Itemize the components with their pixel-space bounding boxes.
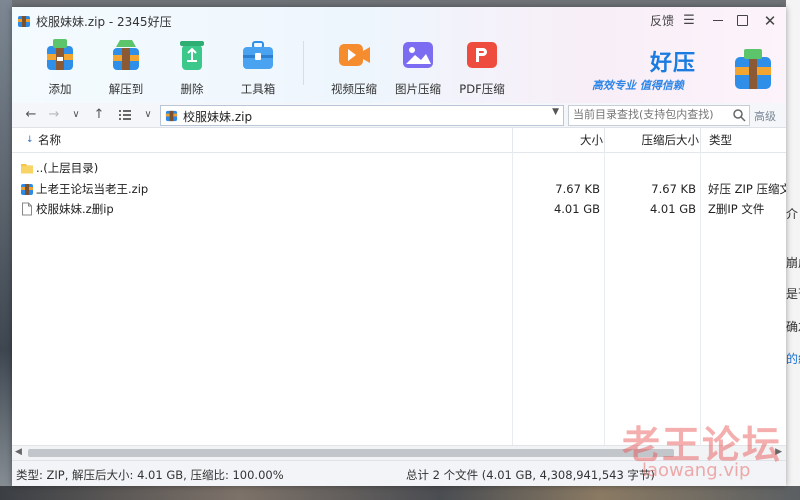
pdf-compress-label: PDF压缩 <box>459 82 505 96</box>
haozip-window: 校服妹妹.zip - 2345好压 反馈 ☰ ✕ 添加 解压到 删除 工具箱 视… <box>12 7 786 486</box>
brand-slogan: 高效专业 值得信赖 <box>592 79 684 92</box>
scrollbar-thumb[interactable] <box>28 449 674 457</box>
background-text-stub: 是否 <box>786 287 800 301</box>
scroll-left-icon[interactable]: ◀ <box>15 447 22 457</box>
history-dropdown-button[interactable]: ∨ <box>67 106 85 124</box>
file-name: 上老王论坛当老王.zip <box>36 182 149 196</box>
video-compress-icon <box>339 44 370 66</box>
image-compress-icon <box>403 42 433 68</box>
navigation-bar: ← → ∨ ↑ ∨ 校服妹妹.zip ▼ 当前目录查找(支持包内查找) 高级 <box>12 103 786 128</box>
toolbox-button[interactable]: 工具箱 <box>228 35 288 97</box>
path-dropdown-icon[interactable]: ▼ <box>552 107 559 117</box>
file-type: Z删IP 文件 <box>708 202 765 216</box>
haozip-app-icon <box>18 16 30 27</box>
haozip-box-icon <box>735 49 771 89</box>
toolbox-label: 工具箱 <box>240 82 276 96</box>
background-text-stub: 崩成 <box>786 256 800 270</box>
folder-icon <box>21 164 33 174</box>
file-size: 7.67 KB <box>555 182 600 196</box>
background-text-stub: 的紀 <box>786 352 800 366</box>
horizontal-scrollbar[interactable]: ◀ ▶ <box>12 445 786 460</box>
feedback-button[interactable]: 反馈 <box>648 11 676 31</box>
file-icon <box>22 202 32 216</box>
file-total-text: 总计 2 个文件 (4.01 GB, 4,308,941,543 字节) <box>406 468 655 482</box>
image-compress-label: 图片压缩 <box>395 82 441 96</box>
back-button[interactable]: ← <box>22 106 40 124</box>
status-bar: 类型: ZIP, 解压后大小: 4.01 GB, 压缩比: 100.00% 总计… <box>12 460 786 486</box>
image-compress-button[interactable]: 图片压缩 <box>388 35 448 97</box>
search-icon[interactable] <box>732 108 746 122</box>
forward-button[interactable]: → <box>45 106 63 124</box>
pdf-compress-button[interactable]: PDF压缩 <box>452 35 512 97</box>
scroll-right-icon[interactable]: ▶ <box>775 447 782 457</box>
file-list-header: ↓ 名称 大小 压缩后大小 类型 <box>12 128 786 153</box>
file-row-parent[interactable]: ..(上层目录) <box>12 158 786 178</box>
view-mode-button[interactable] <box>116 106 134 124</box>
minimize-icon <box>713 19 723 22</box>
archive-icon <box>165 110 178 122</box>
close-button[interactable]: ✕ <box>760 11 780 31</box>
maximize-button[interactable] <box>732 11 752 31</box>
path-bar[interactable]: 校服妹妹.zip ▼ <box>160 105 564 126</box>
pdf-compress-icon <box>467 42 497 68</box>
background-webpage-right: 介 崩成 是否 确左 的紀 <box>786 0 800 500</box>
add-archive-icon <box>47 39 73 70</box>
menu-icon[interactable]: ☰ <box>680 11 698 31</box>
up-level-button[interactable]: ↑ <box>90 106 108 124</box>
sort-ascending-icon: ↓ <box>26 135 34 145</box>
search-input[interactable] <box>569 106 723 123</box>
delete-button[interactable]: 删除 <box>162 35 222 97</box>
advanced-search-link[interactable]: 高级 <box>754 108 776 124</box>
current-path: 校服妹妹.zip <box>183 110 253 124</box>
desktop-background-left <box>0 0 12 500</box>
archive-info-text: 类型: ZIP, 解压后大小: 4.01 GB, 压缩比: 100.00% <box>16 468 284 482</box>
file-list: ..(上层目录) 上老王论坛当老王.zip 7.67 KB 7.67 KB 好压… <box>12 152 786 445</box>
brand-logo: 好压 高效专业 值得信赖 <box>592 45 782 95</box>
background-text-stub: 介 <box>786 207 799 221</box>
view-mode-dropdown-button[interactable]: ∨ <box>139 106 157 124</box>
file-type: 好压 ZIP 压缩文 <box>708 182 786 196</box>
search-box[interactable] <box>568 105 750 126</box>
file-name: ..(上层目录) <box>36 161 99 175</box>
window-title: 校服妹妹.zip - 2345好压 <box>36 15 172 29</box>
file-row[interactable]: 上老王论坛当老王.zip 7.67 KB 7.67 KB 好压 ZIP 压缩文 <box>12 179 786 199</box>
recycle-delete-icon <box>180 41 204 70</box>
window-header: 校服妹妹.zip - 2345好压 反馈 ☰ ✕ 添加 解压到 删除 工具箱 视… <box>12 7 786 103</box>
file-compressed-size: 7.67 KB <box>651 182 696 196</box>
extract-to-button[interactable]: 解压到 <box>96 35 156 97</box>
file-name: 校服妹妹.z删ip <box>36 202 114 216</box>
archive-icon <box>21 184 33 195</box>
file-compressed-size: 4.01 GB <box>649 202 696 216</box>
add-label: 添加 <box>48 82 72 96</box>
toolbox-icon <box>243 41 273 69</box>
list-view-icon <box>119 110 131 120</box>
video-compress-button[interactable]: 视频压缩 <box>324 35 384 97</box>
column-header-type[interactable]: 类型 <box>700 128 786 152</box>
file-row[interactable]: 校服妹妹.z删ip 4.01 GB 4.01 GB Z删IP 文件 <box>12 199 786 219</box>
background-text-stub: 确左 <box>786 320 800 334</box>
minimize-button[interactable] <box>708 11 728 31</box>
column-header-name[interactable]: 名称 <box>38 128 61 152</box>
video-compress-label: 视频压缩 <box>331 82 377 96</box>
maximize-icon <box>736 15 748 26</box>
add-button[interactable]: 添加 <box>30 35 90 97</box>
desktop-background-bottom <box>0 486 800 500</box>
column-header-size[interactable]: 大小 <box>512 128 603 152</box>
extract-to-label: 解压到 <box>108 82 144 96</box>
column-header-compressed-size[interactable]: 压缩后大小 <box>604 128 699 152</box>
brand-name: 好压 <box>650 51 697 76</box>
file-size: 4.01 GB <box>553 202 600 216</box>
delete-label: 删除 <box>180 82 204 96</box>
extract-to-icon <box>113 40 139 70</box>
toolbar-divider <box>303 41 304 85</box>
